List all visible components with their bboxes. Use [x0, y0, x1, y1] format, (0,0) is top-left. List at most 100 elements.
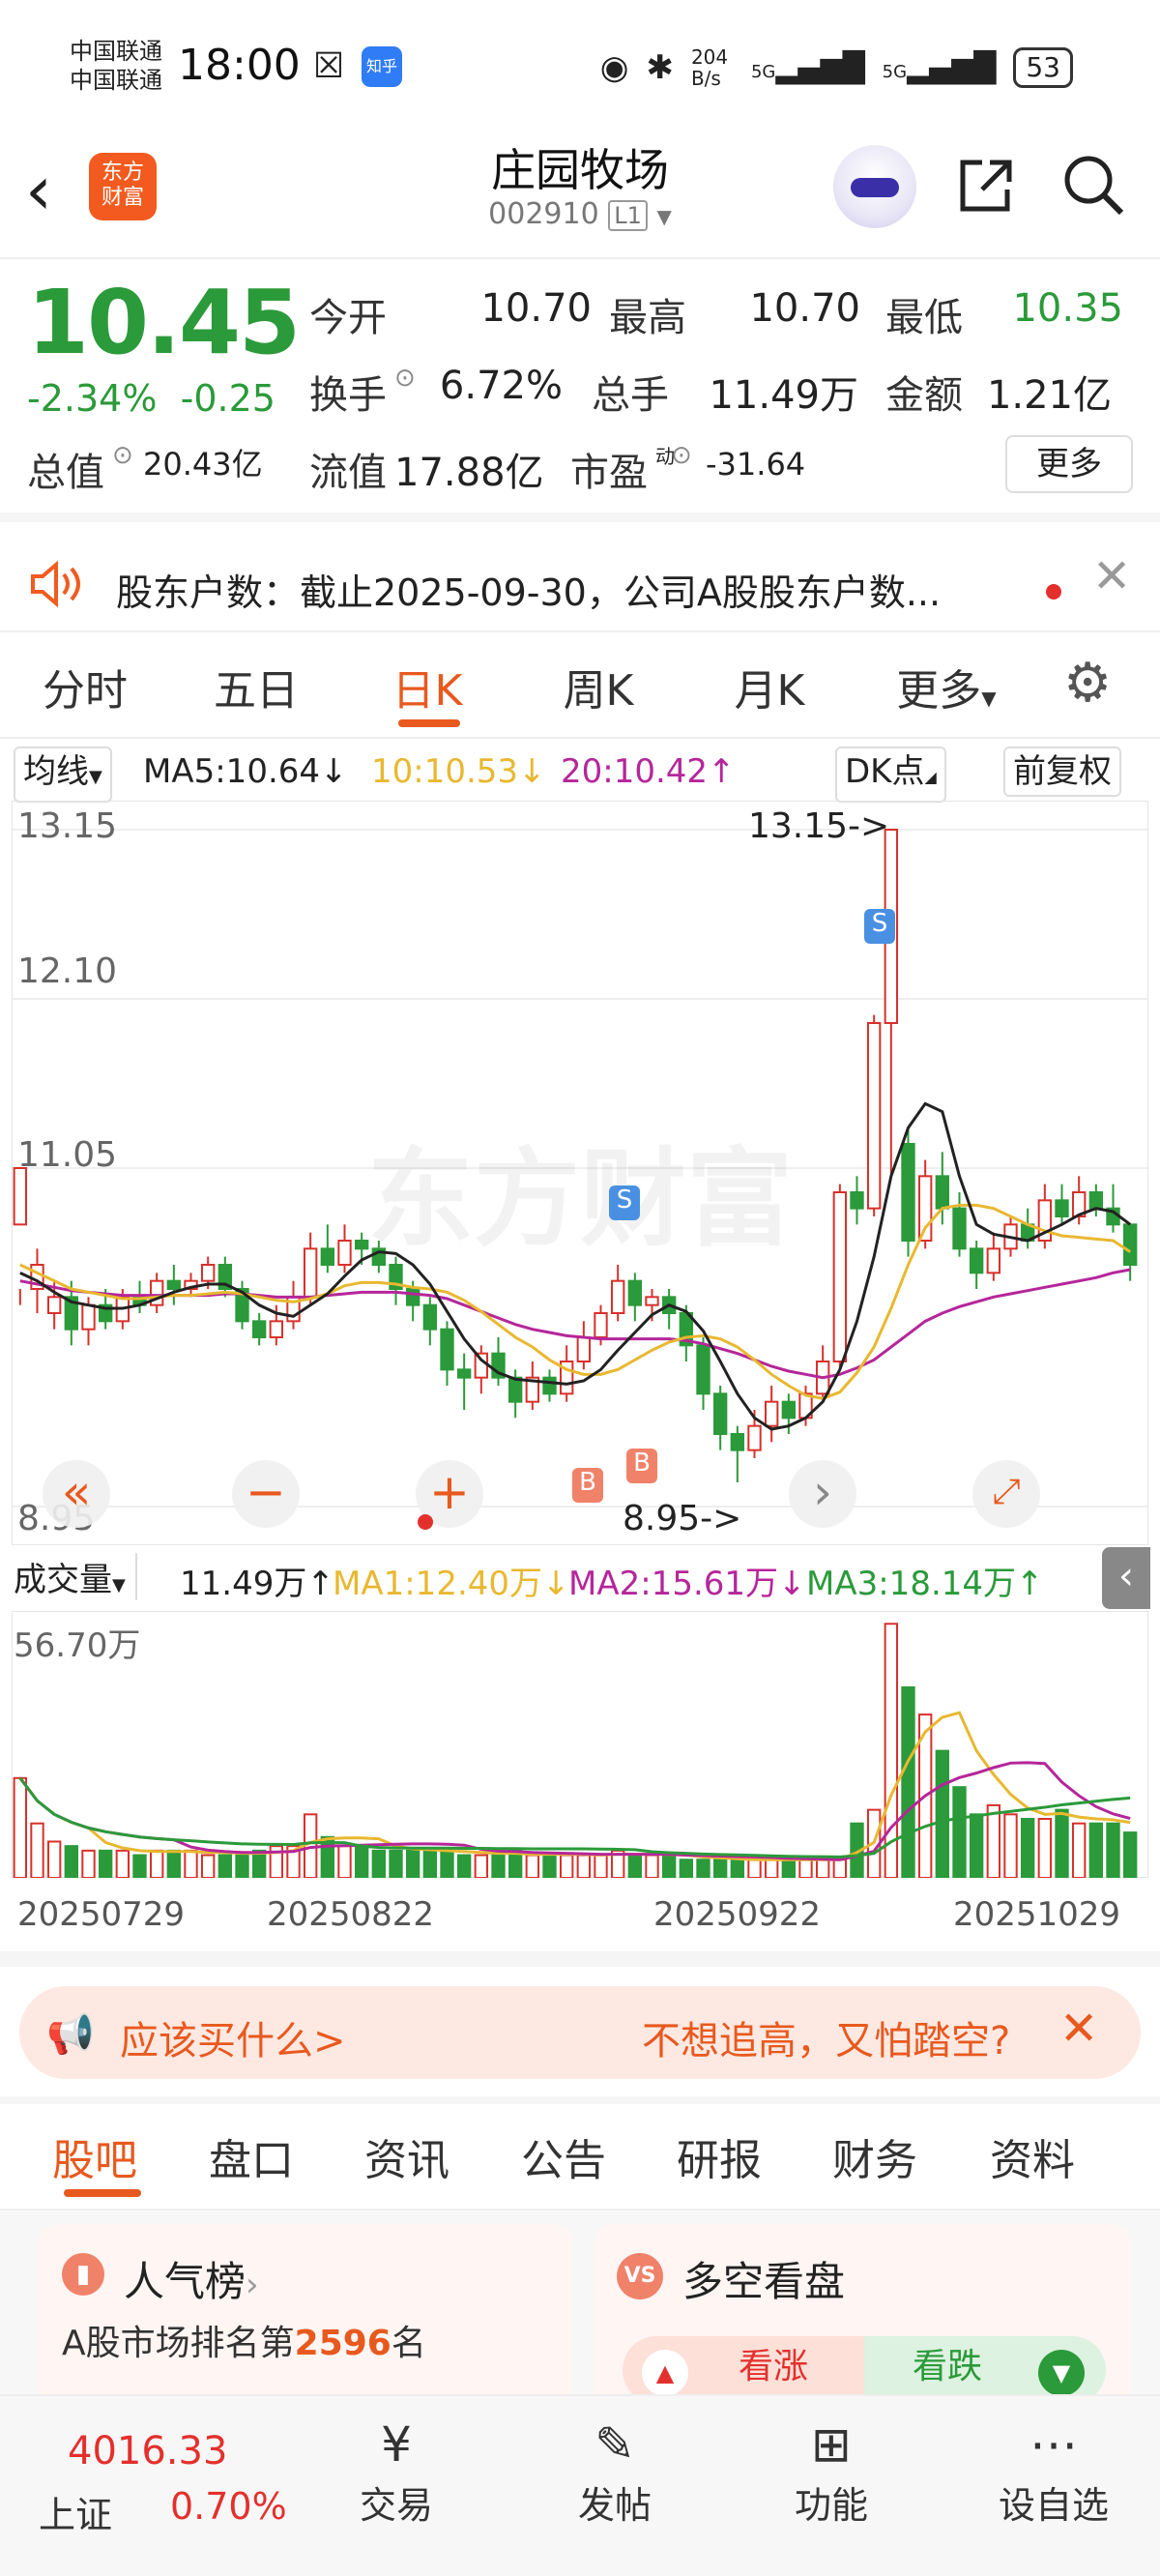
tab-announcements[interactable]: 公告 [485, 2125, 642, 2187]
volume-bar-down [781, 1859, 797, 1878]
info-icon[interactable]: ⊙ [112, 441, 143, 497]
volume-bar-down [901, 1685, 915, 1878]
tab-daily-k[interactable]: 日K [342, 656, 512, 717]
volume-bar-down [64, 1845, 79, 1878]
candle-up [866, 1022, 882, 1210]
volume-bar-down [542, 1854, 557, 1878]
collapse-panel-button[interactable]: ‹ [1102, 1547, 1150, 1609]
buy-signal[interactable]: B [626, 1449, 657, 1483]
amount-label: 金额 [885, 373, 963, 418]
stock-code: 002910 [488, 197, 599, 231]
volume-bar-up [815, 1859, 830, 1878]
megaphone-icon: 📢 [46, 2012, 95, 2057]
edit-icon: ✎ [594, 2416, 635, 2473]
volume-chart[interactable] [12, 1611, 1148, 1878]
candle-down [781, 1400, 797, 1420]
tab-monthly-k[interactable]: 月K [684, 656, 855, 717]
arrow-up-icon: ▲ [642, 2350, 688, 2396]
share-icon[interactable] [955, 157, 1015, 230]
nav-add-watchlist[interactable]: ⋯ 设自选 [986, 2414, 1121, 2529]
volume-bar-up [576, 1854, 592, 1878]
volume-bar-up [525, 1854, 540, 1878]
indicator-selector[interactable]: 均线▼ [14, 746, 112, 803]
info-icon[interactable]: ⊙ [394, 364, 423, 420]
notice-text[interactable]: 股东户数：截止2025-09-30，公司A股股东户数... [116, 563, 1015, 616]
index-name[interactable]: 上证 [39, 2485, 112, 2538]
caret-down-icon: ▼ [981, 687, 997, 710]
nav-trade[interactable]: ¥ 交易 [346, 2414, 447, 2529]
tab-intraday[interactable]: 分时 [0, 656, 170, 717]
rank-text: A股市场排名第 [62, 2324, 295, 2363]
bull-bear-card[interactable]: VS 多空看盘 ▲ 看涨 看跌 ▼ [594, 2224, 1131, 2417]
bull-bear-title: 多空看盘 [682, 2258, 846, 2305]
gear-icon[interactable]: ⚙ [1063, 652, 1112, 715]
content-tabs: 股吧 盘口 资讯 公告 研报 财务 资料 [0, 2108, 1160, 2205]
ma20-text: 20:10.42 [561, 752, 709, 791]
candle-down [456, 1368, 472, 1379]
tab-news[interactable]: 资讯 [329, 2125, 485, 2187]
tab-order-book[interactable]: 盘口 [174, 2125, 329, 2187]
turnover-label: 换手 [309, 373, 387, 418]
tab-research[interactable]: 研报 [642, 2125, 797, 2187]
volume-bar-up [832, 1859, 848, 1878]
close-icon[interactable]: ✕ [1092, 549, 1131, 603]
tab-five-day[interactable]: 五日 [170, 656, 342, 717]
watermark: 东方财富 [367, 1137, 793, 1261]
dk-point-button[interactable]: DK点◢ [835, 746, 946, 803]
ai-assistant-icon[interactable] [833, 145, 916, 228]
popularity-card[interactable]: ▮ 人气榜› A股市场排名第2596名 [39, 2224, 572, 2417]
vol-ma2: MA2:15.61万↓ [568, 1565, 806, 1603]
y-axis-2: 12.10 [17, 951, 118, 991]
candle-down [1055, 1199, 1069, 1218]
volume-bar-up [764, 1859, 779, 1878]
eye-icon: ◉ [599, 48, 629, 87]
buy-signal[interactable]: B [572, 1468, 603, 1503]
volume-bar-up [559, 1854, 574, 1878]
nav-post[interactable]: ✎ 发帖 [565, 2414, 665, 2529]
scroll-left-button[interactable]: « [43, 1460, 110, 1528]
tab-forum[interactable]: 股吧 [15, 2125, 174, 2187]
volume-bar-down [405, 1849, 420, 1878]
carrier-info: 中国联通 中国联通 [70, 37, 162, 95]
nav-functions-label: 功能 [794, 2484, 868, 2527]
tab-financials[interactable]: 财务 [797, 2125, 953, 2187]
nav-add-watchlist-label: 设自选 [998, 2484, 1109, 2527]
zoom-out-button[interactable]: − [232, 1460, 300, 1528]
info-icon[interactable]: ⊙ [671, 441, 706, 497]
candle-down [1122, 1223, 1138, 1267]
sell-signal[interactable]: S [609, 1186, 640, 1220]
tab-more[interactable]: 更多▼ [855, 656, 1038, 717]
active-subtab-indicator [64, 2189, 141, 2197]
promo-left-text[interactable]: 应该买什么> [120, 2009, 346, 2065]
clock: 18:00 [178, 41, 301, 90]
adjust-button[interactable]: 前复权 [1003, 746, 1121, 797]
search-icon[interactable] [1061, 153, 1125, 231]
grid-icon: ⊞ [811, 2416, 852, 2473]
candle-down [440, 1328, 454, 1371]
pe-sup: 动 [655, 445, 675, 468]
candle-down [712, 1392, 728, 1435]
index-change[interactable]: 0.70% [170, 2485, 287, 2528]
nav-functions[interactable]: ⊞ 功能 [781, 2414, 882, 2529]
promo-right-text[interactable]: 不想追高，又怕踏空? [642, 2009, 1010, 2065]
ma5-text: MA5:10.64 [143, 752, 321, 791]
last-price: 10.45 [27, 271, 301, 374]
tab-profile[interactable]: 资料 [953, 2125, 1112, 2187]
volume-label: 总手 [592, 373, 669, 418]
pe-label: 市盈 [570, 451, 648, 495]
more-quote-button[interactable]: 更多 [1005, 435, 1133, 493]
scroll-right-button[interactable]: › [789, 1460, 856, 1528]
tab-weekly-k[interactable]: 周K [512, 656, 684, 717]
caret-icon: ◢ [924, 768, 937, 786]
volume-bar-down [969, 1813, 984, 1878]
sell-signal[interactable]: S [864, 909, 895, 944]
signal-1-label: 5G [750, 61, 776, 82]
volume-bar-up [337, 1845, 352, 1878]
fullscreen-icon[interactable]: ⤢ [972, 1460, 1040, 1528]
close-icon[interactable]: ✕ [1059, 2002, 1098, 2056]
signal-icon: ▂▄▆█ [907, 50, 997, 85]
volume-bar-down [935, 1749, 950, 1878]
index-value[interactable]: 4016.33 [68, 2429, 227, 2474]
candle-down [354, 1240, 369, 1250]
volume-selector[interactable]: 成交量▼ [14, 1553, 137, 1600]
